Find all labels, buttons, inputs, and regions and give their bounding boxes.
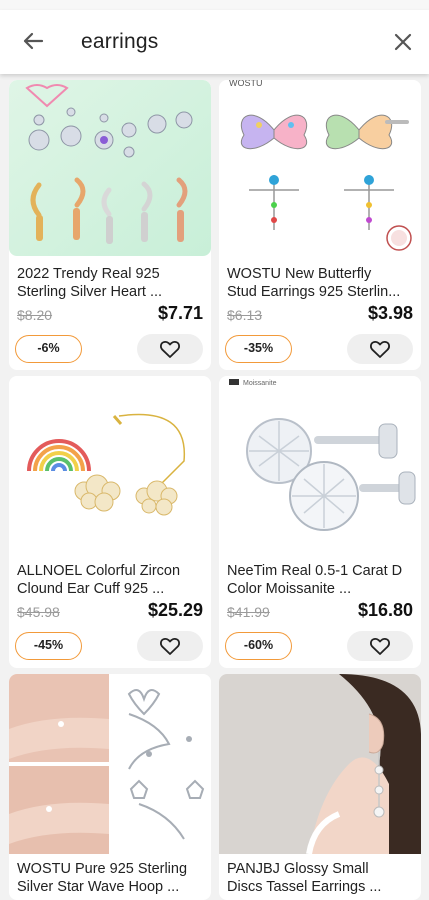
original-price: $8.20 (17, 307, 53, 323)
product-card[interactable]: PANJBJ Glossy Small Discs Tassel Earring… (219, 674, 421, 900)
product-title[interactable]: ALLNOEL Colorful Zircon Clound Ear Cuff … (17, 562, 207, 598)
product-image[interactable]: Moissanite (219, 376, 421, 554)
sale-price: $16.80 (357, 600, 413, 620)
product-title[interactable]: NeeTim Real 0.5-1 Carat D Color Moissani… (227, 562, 417, 598)
original-price: $6.13 (227, 307, 263, 323)
sale-price: $7.71 (157, 303, 203, 323)
close-icon (394, 33, 412, 51)
original-price: $41.99 (227, 604, 270, 620)
product-image[interactable] (9, 376, 211, 554)
discount-badge: -6% (15, 335, 82, 363)
product-card[interactable]: Moissanite NeeTim Real 0.5-1 Carat D Col… (219, 376, 421, 668)
favorite-button[interactable] (137, 334, 203, 364)
back-button[interactable] (18, 26, 48, 56)
status-strip (0, 0, 429, 10)
discount-badge: -60% (225, 632, 292, 660)
original-price: $45.98 (17, 604, 60, 620)
favorite-button[interactable] (137, 631, 203, 661)
moissanite-badge: Moissanite (243, 380, 277, 387)
sale-price: $3.98 (367, 303, 413, 323)
product-card[interactable]: WOSTU WOSTU New Butterfly Stud Earrings … (219, 80, 421, 370)
product-image[interactable] (9, 674, 211, 854)
clear-search-button[interactable] (388, 27, 418, 57)
arrow-left-icon (23, 32, 44, 50)
product-title[interactable]: WOSTU Pure 925 Sterling Silver Star Wave… (17, 860, 207, 896)
search-query[interactable]: earrings (81, 30, 158, 54)
heart-icon (370, 341, 390, 358)
favorite-button[interactable] (347, 631, 413, 661)
product-title[interactable]: 2022 Trendy Real 925 Sterling Silver Hea… (17, 265, 207, 301)
brand-watermark: WOSTU (229, 80, 263, 88)
sale-price: $25.29 (147, 600, 203, 620)
discount-badge: -35% (225, 335, 292, 363)
search-header: earrings (0, 10, 429, 74)
heart-icon (160, 638, 180, 655)
product-title[interactable]: PANJBJ Glossy Small Discs Tassel Earring… (227, 860, 417, 896)
product-grid: 2022 Trendy Real 925 Sterling Silver Hea… (0, 74, 429, 900)
heart-icon (370, 638, 390, 655)
product-card[interactable]: WOSTU Pure 925 Sterling Silver Star Wave… (9, 674, 211, 900)
product-title[interactable]: WOSTU New Butterfly Stud Earrings 925 St… (227, 265, 417, 301)
discount-badge: -45% (15, 632, 82, 660)
favorite-button[interactable] (347, 334, 413, 364)
product-image[interactable]: WOSTU (219, 80, 421, 256)
heart-icon (160, 341, 180, 358)
product-card[interactable]: ALLNOEL Colorful Zircon Clound Ear Cuff … (9, 376, 211, 668)
product-image[interactable] (219, 674, 421, 854)
product-image[interactable] (9, 80, 211, 256)
product-card[interactable]: 2022 Trendy Real 925 Sterling Silver Hea… (9, 80, 211, 370)
